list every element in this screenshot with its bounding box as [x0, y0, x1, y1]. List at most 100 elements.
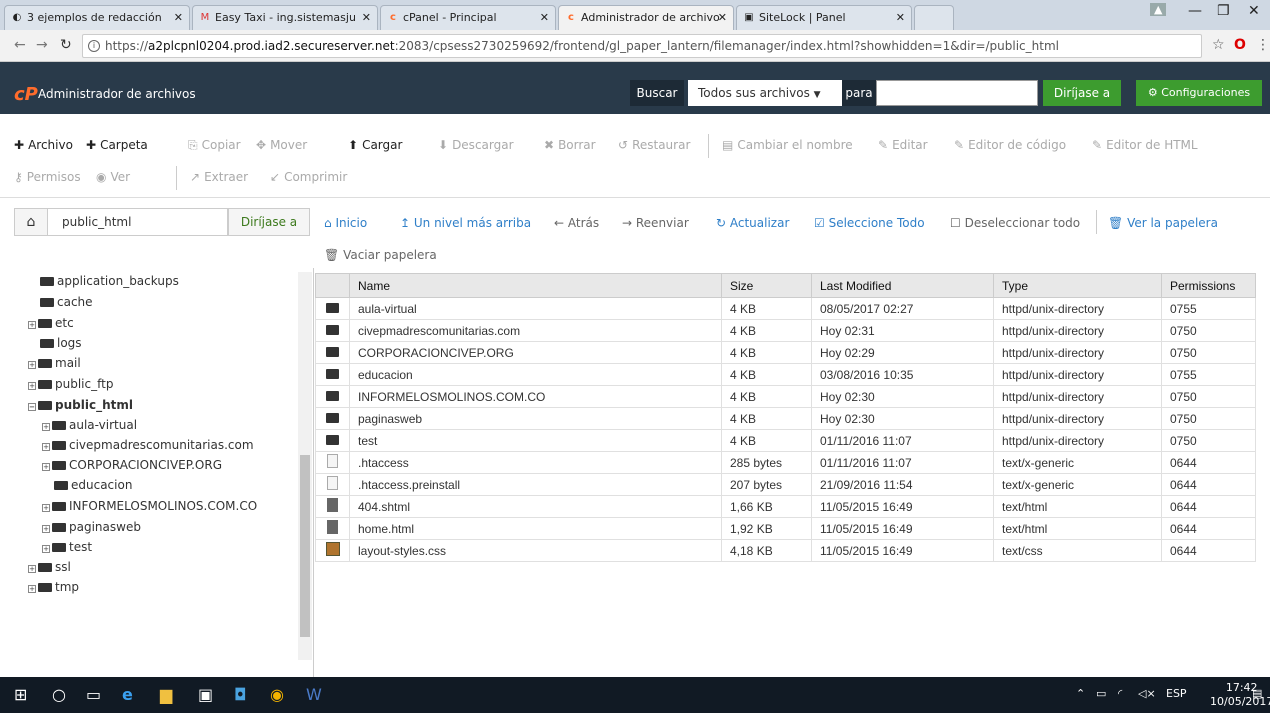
- expand-icon[interactable]: +: [42, 504, 50, 512]
- edge-browser-icon[interactable]: e: [122, 685, 133, 704]
- restore-icon[interactable]: ❐: [1217, 3, 1230, 19]
- tree-node-paginasweb[interactable]: + paginasweb: [42, 520, 141, 534]
- file-name[interactable]: civepmadrescomunitarias.com: [349, 319, 722, 342]
- table-row[interactable]: civepmadrescomunitarias.com 4 KB Hoy 02:31…: [315, 319, 1256, 342]
- name-column-header[interactable]: Name: [349, 273, 722, 298]
- window-close-icon[interactable]: ✕: [1248, 3, 1260, 19]
- new-file-button[interactable]: ✚ Archivo: [14, 138, 73, 152]
- file-name[interactable]: paginasweb: [349, 407, 722, 430]
- tab-cpanel-principal[interactable]: c cPanel - Principal ✕: [380, 5, 556, 30]
- back-link[interactable]: ← Atrás: [554, 216, 599, 230]
- tree-node-etc[interactable]: + etc: [28, 316, 74, 330]
- table-row[interactable]: aula-virtual 4 KB 08/05/2017 02:27 httpd/un…: [315, 297, 1256, 320]
- expand-icon[interactable]: +: [42, 443, 50, 451]
- file-name[interactable]: CORPORACIONCIVEP.ORG: [349, 341, 722, 364]
- new-folder-button[interactable]: ✚ Carpeta: [86, 138, 148, 152]
- file-name[interactable]: .htaccess.preinstall: [349, 473, 722, 496]
- back-arrow-icon[interactable]: ←: [14, 37, 26, 53]
- compress-button[interactable]: ↙ Comprimir: [270, 170, 347, 184]
- upload-button[interactable]: ⬆ Cargar: [348, 138, 402, 152]
- table-row[interactable]: 404.shtml 1,66 KB 11/05/2015 16:49 text/htm…: [315, 495, 1256, 518]
- size-column-header[interactable]: Size: [721, 273, 812, 298]
- table-row[interactable]: INFORMELOSMOLINOS.COM.CO 4 KB Hoy 02:30 htt…: [315, 385, 1256, 408]
- tree-node-civepmadres[interactable]: + civepmadrescomunitarias.com: [42, 438, 254, 452]
- file-name[interactable]: test: [349, 429, 722, 452]
- move-button[interactable]: ✥ Mover: [256, 138, 307, 152]
- windows-start-icon[interactable]: ⊞: [14, 685, 27, 704]
- tree-node-educacion[interactable]: educacion: [54, 478, 132, 492]
- home-button[interactable]: ⌂: [14, 208, 48, 236]
- tab-redaccion[interactable]: ◐ 3 ejemplos de redacción ✕: [4, 5, 190, 30]
- media-icon[interactable]: ◘: [234, 685, 247, 704]
- minimize-icon[interactable]: —: [1188, 3, 1202, 19]
- edit-button[interactable]: ✎ Editar: [878, 138, 928, 152]
- tree-node-public-html[interactable]: − public_html: [28, 398, 133, 412]
- tray-chevron-icon[interactable]: ⌃: [1076, 687, 1085, 700]
- rename-button[interactable]: ▤ Cambiar el nombre: [722, 138, 853, 152]
- expand-icon[interactable]: +: [42, 463, 50, 471]
- info-icon[interactable]: i: [88, 40, 100, 52]
- tree-scrollbar-thumb[interactable]: [300, 455, 310, 637]
- tree-node-public-ftp[interactable]: + public_ftp: [28, 377, 113, 391]
- restore-button[interactable]: ↺ Restaurar: [618, 138, 690, 152]
- table-row[interactable]: home.html 1,92 KB 11/05/2015 16:49 text/htm…: [315, 517, 1256, 540]
- file-name[interactable]: INFORMELOSMOLINOS.COM.CO: [349, 385, 722, 408]
- expand-icon[interactable]: +: [28, 585, 36, 593]
- table-row[interactable]: educacion 4 KB 03/08/2016 10:35 httpd/unix-…: [315, 363, 1256, 386]
- close-icon[interactable]: ✕: [174, 6, 183, 29]
- collapse-icon[interactable]: −: [28, 403, 36, 411]
- battery-icon[interactable]: ▭: [1096, 687, 1106, 700]
- task-view-icon[interactable]: ▭: [86, 685, 101, 704]
- tree-node-logs[interactable]: logs: [40, 336, 82, 350]
- search-input[interactable]: [876, 80, 1038, 106]
- tree-node-application-backups[interactable]: application_backups: [40, 274, 179, 288]
- file-name[interactable]: 404.shtml: [349, 495, 722, 518]
- extract-button[interactable]: ↗ Extraer: [190, 170, 248, 184]
- refresh-link[interactable]: ↻ Actualizar: [716, 216, 789, 230]
- reload-icon[interactable]: ↻: [60, 37, 72, 53]
- expand-icon[interactable]: +: [42, 525, 50, 533]
- profile-icon[interactable]: ▲: [1150, 3, 1167, 16]
- table-row[interactable]: .htaccess 285 bytes 01/11/2016 11:07 text/x…: [315, 451, 1256, 474]
- menu-kebab-icon[interactable]: ⋮: [1256, 37, 1270, 53]
- file-name[interactable]: educacion: [349, 363, 722, 386]
- search-go-button[interactable]: Diríjase a: [1043, 80, 1121, 106]
- tree-node-cache[interactable]: cache: [40, 295, 93, 309]
- file-name[interactable]: home.html: [349, 517, 722, 540]
- new-tab-button[interactable]: [914, 5, 954, 30]
- file-name[interactable]: layout-styles.css: [349, 539, 722, 562]
- forward-arrow-icon[interactable]: →: [36, 37, 48, 53]
- chrome-icon[interactable]: ◉: [270, 685, 284, 704]
- tab-sitelock[interactable]: ▣ SiteLock | Panel ✕: [736, 5, 912, 30]
- download-button[interactable]: ⬇ Descargar: [438, 138, 514, 152]
- expand-icon[interactable]: +: [28, 321, 36, 329]
- table-row[interactable]: .htaccess.preinstall 207 bytes 21/09/2016 …: [315, 473, 1256, 496]
- view-button[interactable]: ◉ Ver: [96, 170, 130, 184]
- forward-link[interactable]: → Reenviar: [622, 216, 689, 230]
- close-icon[interactable]: ✕: [718, 6, 727, 29]
- permissions-button[interactable]: ⚷ Permisos: [14, 170, 81, 184]
- expand-icon[interactable]: +: [28, 361, 36, 369]
- close-icon[interactable]: ✕: [362, 6, 371, 29]
- table-row[interactable]: paginasweb 4 KB Hoy 02:30 httpd/unix-direct…: [315, 407, 1256, 430]
- table-row[interactable]: CORPORACIONCIVEP.ORG 4 KB Hoy 02:29 httpd/u…: [315, 341, 1256, 364]
- volume-icon[interactable]: ◁×: [1138, 687, 1156, 700]
- url-input[interactable]: i https://a2plcpnl0204.prod.iad2.secures…: [82, 34, 1202, 58]
- file-name[interactable]: .htaccess: [349, 451, 722, 474]
- close-icon[interactable]: ✕: [540, 6, 549, 29]
- table-row[interactable]: test 4 KB 01/11/2016 11:07 httpd/unix-direc…: [315, 429, 1256, 452]
- type-column-header[interactable]: Type: [993, 273, 1162, 298]
- notifications-icon[interactable]: ▤: [1252, 687, 1262, 700]
- word-icon[interactable]: W: [306, 685, 322, 704]
- tree-node-ssl[interactable]: + ssl: [28, 560, 71, 574]
- search-icon[interactable]: ○: [52, 685, 66, 704]
- tree-node-corporacioncivep[interactable]: + CORPORACIONCIVEP.ORG: [42, 458, 222, 472]
- table-row[interactable]: layout-styles.css 4,18 KB 11/05/2015 16:49…: [315, 539, 1256, 562]
- view-trash-link[interactable]: 🗑 Ver la papelera: [1108, 216, 1218, 230]
- file-name[interactable]: aula-virtual: [349, 297, 722, 320]
- expand-icon[interactable]: +: [28, 382, 36, 390]
- expand-icon[interactable]: +: [42, 423, 50, 431]
- permissions-column-header[interactable]: Permissions: [1161, 273, 1256, 298]
- tab-easy-taxi[interactable]: M Easy Taxi - ing.sistemasju ✕: [192, 5, 378, 30]
- tree-node-mail[interactable]: + mail: [28, 356, 81, 370]
